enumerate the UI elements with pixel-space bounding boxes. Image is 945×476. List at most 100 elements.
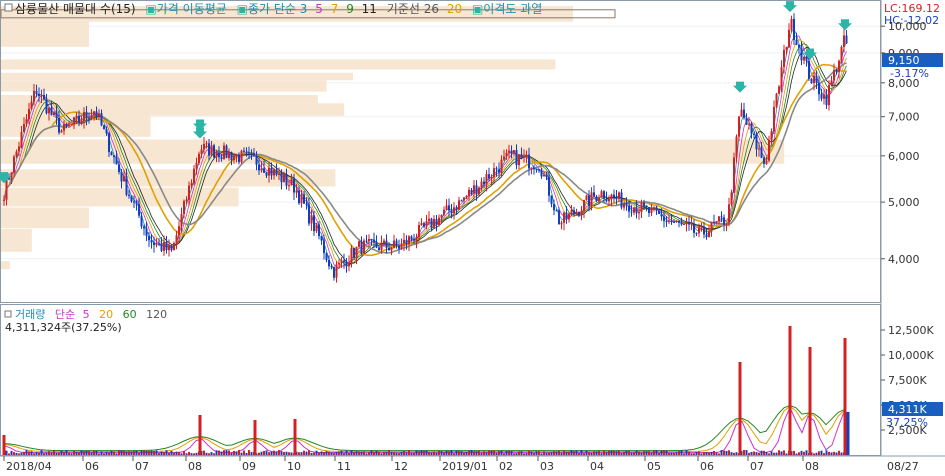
candle-body [240, 150, 243, 163]
candle-body [403, 239, 405, 244]
volume-profile-bar [1, 229, 32, 252]
candle-body [433, 219, 435, 228]
candle-body [648, 207, 650, 214]
volume-bar [760, 450, 763, 455]
candle-body [318, 224, 320, 237]
candle-body [48, 107, 50, 114]
volume-bar [715, 452, 718, 455]
candle-body [123, 176, 125, 182]
volume-bar [798, 452, 800, 455]
volume-bar [410, 452, 413, 455]
candle-body [495, 168, 498, 170]
volume-bar [635, 450, 638, 455]
candle-body [780, 67, 783, 87]
volume-bar [223, 450, 225, 455]
volume-bar [23, 451, 25, 455]
candle-body [720, 216, 723, 218]
volume-bar [405, 452, 408, 455]
volume-bar [623, 451, 625, 455]
candle-body [640, 202, 643, 213]
volume-bar [765, 452, 768, 455]
volume-bar [388, 450, 390, 455]
volume-bar [360, 451, 363, 455]
volume-bar [833, 451, 835, 455]
candle-body [465, 195, 468, 198]
stock-chart[interactable]: 삼륭물산 매물대 수(15) ▣가격 이동평균 ▣종가 단순 3 5 7 9 1… [0, 0, 945, 476]
candle-body [238, 154, 240, 163]
volume-bar [435, 452, 438, 455]
volume-panel[interactable] [0, 304, 881, 456]
candle-body [153, 242, 155, 246]
candle-body [550, 195, 553, 204]
candle-body [93, 111, 95, 116]
candle-body [638, 212, 640, 214]
volume-bar [235, 451, 238, 455]
candle-body [363, 240, 365, 254]
candle-body [245, 151, 248, 153]
candle-body [138, 203, 140, 216]
candle-body [90, 115, 93, 119]
volume-bar [403, 450, 405, 455]
candle-body [200, 149, 203, 154]
price-legend-box[interactable] [4, 3, 13, 12]
volume-bar [570, 450, 573, 455]
price-legend[interactable]: 삼륭물산 매물대 수(15) ▣가격 이동평균 ▣종가 단순 3 5 7 9 1… [15, 2, 542, 16]
volume-bar [333, 453, 335, 455]
candle-body [838, 60, 840, 72]
date-tick-label: 07 [135, 460, 149, 473]
candle-body [763, 157, 765, 164]
volume-bar [335, 452, 338, 455]
volume-bar [278, 450, 280, 455]
candle-body [70, 124, 73, 126]
volume-bar [125, 451, 128, 455]
volume-bar [678, 451, 680, 455]
date-tick-label: 07 [750, 460, 764, 473]
volume-bar [215, 450, 218, 455]
volume-bar [185, 453, 188, 455]
candle-body [548, 176, 550, 196]
volume-bar [123, 450, 125, 455]
candle-body [323, 240, 325, 254]
candle-body [665, 220, 668, 222]
volume-bar [283, 451, 285, 455]
candle-body [835, 70, 838, 72]
volume-legend-simple: 단순 [55, 308, 75, 321]
volume-bar [553, 451, 555, 455]
volume-spike-bar [738, 362, 742, 455]
candle-body [348, 262, 350, 267]
candle-body [303, 194, 305, 204]
volume-bar [128, 451, 130, 455]
volume-bar [718, 453, 720, 455]
volume-bar [290, 452, 293, 455]
candle-body [20, 132, 23, 147]
date-tick-label: 04 [590, 460, 604, 473]
volume-bar [473, 451, 475, 455]
date-tick-label: 08 [805, 460, 819, 473]
candle-body [565, 212, 568, 220]
volume-bar [80, 450, 83, 455]
volume-bar [723, 450, 725, 455]
candle-body [670, 220, 673, 223]
candle-body [458, 200, 460, 210]
volume-bar [358, 451, 360, 455]
date-tick-label: 2018/04 [6, 460, 52, 473]
date-tick-label: 05 [647, 460, 661, 473]
volume-bar [213, 453, 215, 455]
volume-bar [460, 451, 463, 455]
candle-body [408, 236, 410, 245]
candle-body [203, 143, 205, 150]
volume-bar [303, 450, 305, 455]
candle-body [383, 240, 385, 243]
candle-body [210, 145, 213, 156]
volume-bar [535, 451, 538, 455]
volume-bar [840, 452, 843, 455]
candle-body [608, 199, 610, 202]
volume-legend-box[interactable] [4, 310, 12, 318]
candle-body [635, 207, 638, 214]
candle-body [478, 187, 480, 195]
candle-body [815, 75, 818, 83]
volume-bar [353, 452, 355, 455]
candle-body [500, 159, 503, 173]
candle-body [78, 115, 80, 123]
date-tick-label: 10 [287, 460, 301, 473]
